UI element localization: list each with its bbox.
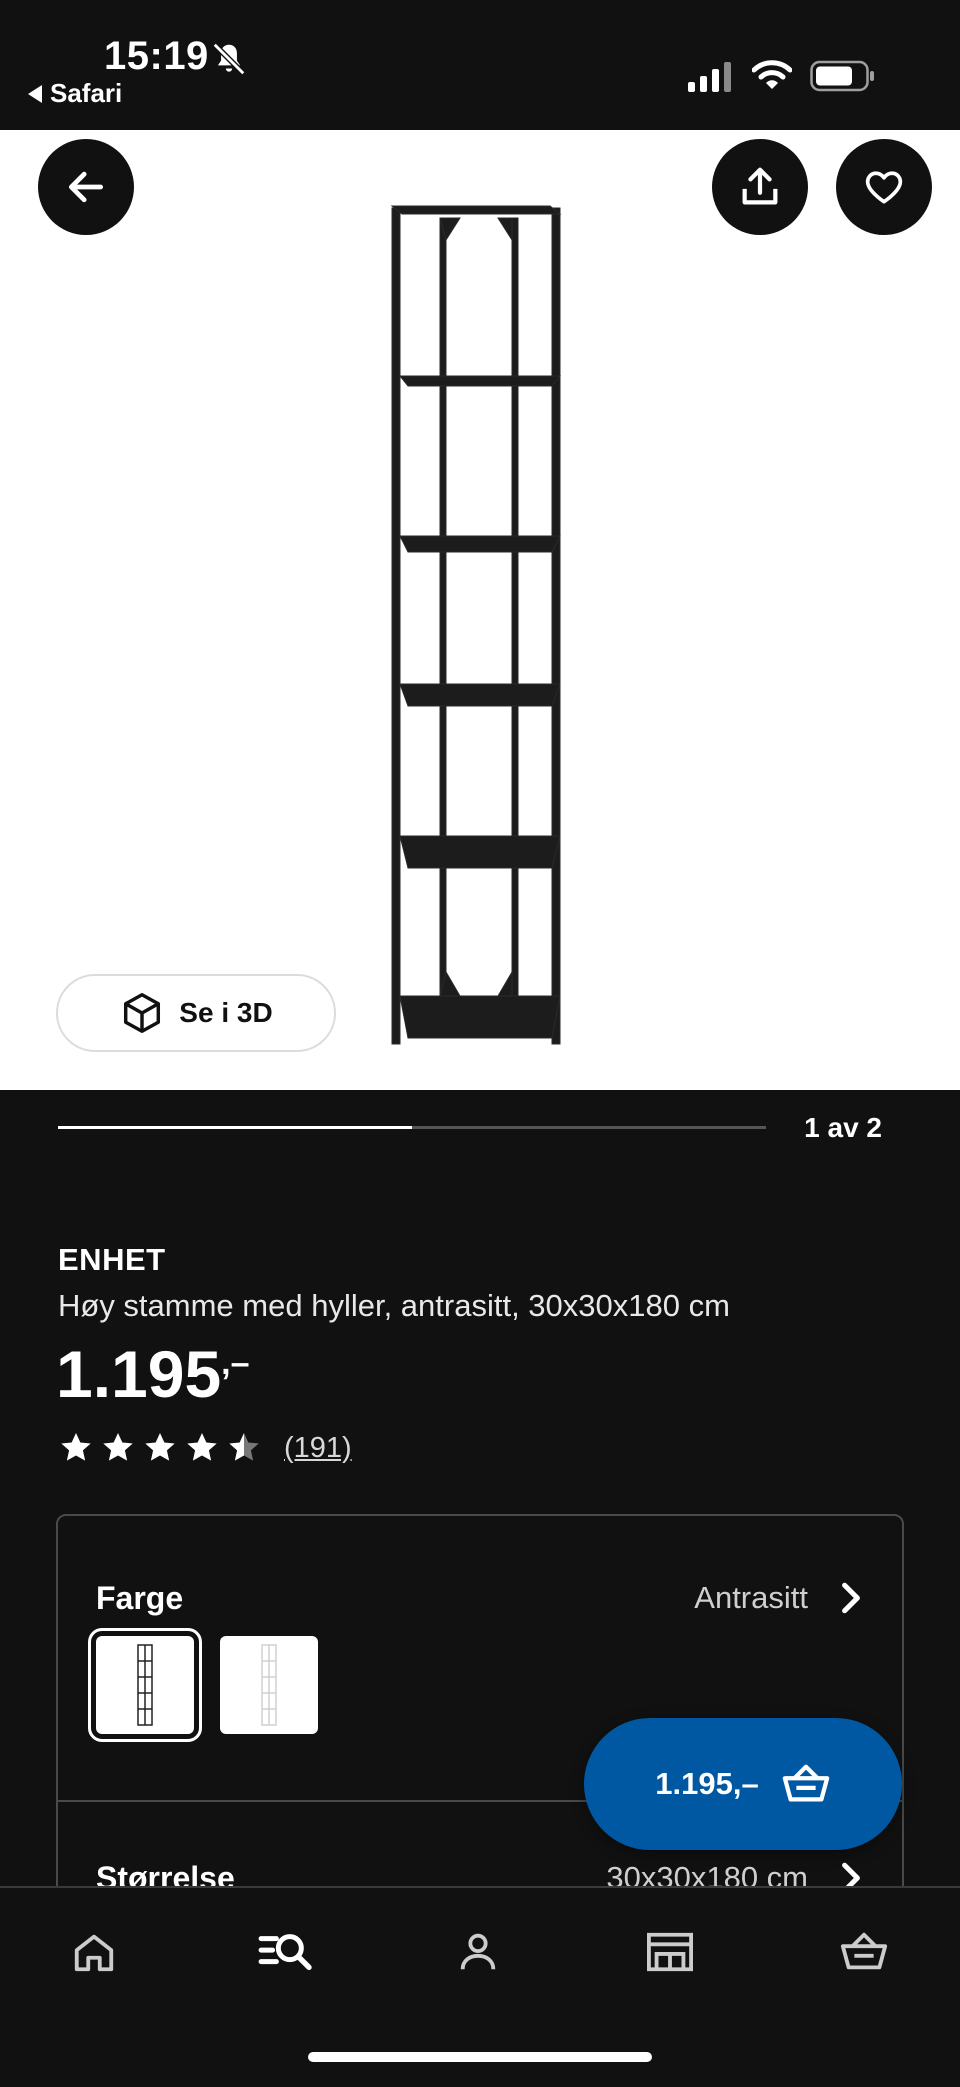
gallery-progress-fill [58,1126,412,1129]
battery-icon [810,60,874,92]
cart-button-price: 1.195,– [655,1766,759,1801]
add-to-cart-button[interactable]: 1.195,– [584,1718,902,1850]
store-icon [647,1932,693,1972]
color-value: Antrasitt [694,1580,808,1615]
nav-store[interactable] [640,1922,700,1982]
price-suffix: ,– [221,1344,250,1382]
chevron-right-icon [842,1582,860,1614]
price-value: 1.195 [56,1337,222,1411]
product-image[interactable] [380,196,580,1056]
product-price: 1.195 ,– [56,1336,250,1412]
color-label: Farge [96,1579,184,1616]
favorite-button[interactable] [836,139,932,235]
profile-icon [460,1933,496,1970]
star-icon [145,1433,175,1461]
star-icon [103,1433,133,1461]
home-indicator [308,2052,652,2062]
star-icon [229,1433,259,1461]
basket-icon [840,1932,888,1970]
back-button[interactable] [38,139,134,235]
product-rating[interactable]: (191) [58,1430,352,1466]
swatch-shelf-white-image [261,1644,277,1726]
cube-3d-icon [124,993,161,1033]
status-bar: 15:19 Safari [0,0,960,130]
arrow-left-icon [68,171,104,203]
back-to-safari[interactable]: Safari [28,78,122,109]
swatch-shelf-dark-image [137,1644,153,1726]
share-button[interactable] [712,139,808,235]
options-card: Farge Antrasitt Størrelse 30x30x180 cm [56,1514,904,1914]
rating-stars [58,1430,262,1466]
nav-search[interactable] [256,1922,316,1982]
star-icon [61,1433,91,1461]
see-in-3d-label: Se i 3D [179,997,273,1028]
wifi-icon [752,60,792,89]
gallery-progress [58,1126,766,1129]
color-swatch-hvit[interactable] [220,1636,318,1734]
bell-slash-icon [212,42,246,76]
product-description: Høy stamme med hyller, antrasitt, 30x30x… [58,1288,730,1323]
star-icon [187,1433,217,1461]
product-name: ENHET [58,1242,166,1277]
back-app-label: Safari [50,78,123,108]
nav-home[interactable] [64,1922,124,1982]
color-option-row[interactable]: Farge Antrasitt [58,1568,902,1628]
back-triangle-icon [28,84,42,103]
basket-add-icon [782,1764,829,1802]
nav-profile[interactable] [448,1922,508,1982]
status-time: 15:19 [104,34,209,78]
see-in-3d-button[interactable]: Se i 3D [56,974,336,1052]
nav-basket[interactable] [834,1922,894,1982]
review-count[interactable]: (191) [284,1432,352,1465]
search-list-icon [258,1934,312,1971]
home-icon [74,1934,114,1972]
share-icon [742,167,778,205]
color-swatch-antrasitt[interactable] [88,1628,202,1742]
gallery-position: 1 av 2 [804,1112,882,1143]
heart-icon [865,171,903,204]
cellular-signal-icon [688,62,731,92]
